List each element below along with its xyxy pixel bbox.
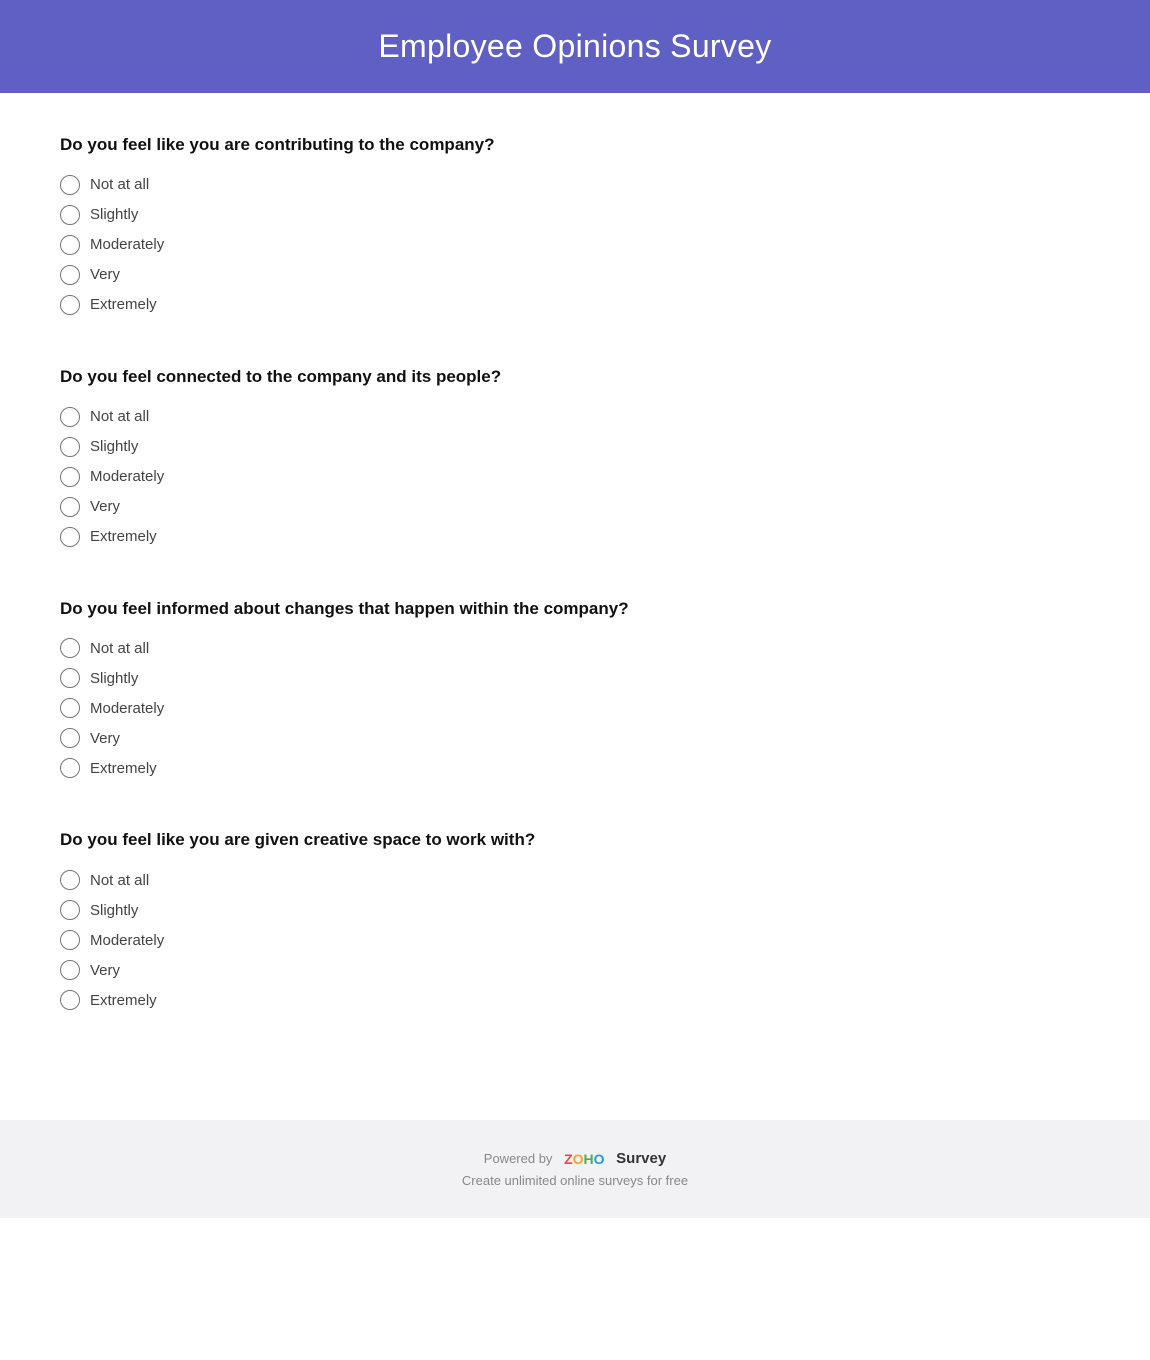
- radio-option-q1-not-at-all[interactable]: Not at all: [60, 175, 1090, 195]
- radio-input-q2-o4[interactable]: [60, 497, 80, 517]
- zoho-logo: ZOHO: [564, 1151, 604, 1167]
- radio-label-q4-o5: Extremely: [90, 992, 157, 1009]
- radio-option-q4-extremely[interactable]: Extremely: [60, 990, 1090, 1010]
- radio-input-q3-o5[interactable]: [60, 758, 80, 778]
- radio-input-q4-o2[interactable]: [60, 900, 80, 920]
- radio-option-q2-very[interactable]: Very: [60, 497, 1090, 517]
- radio-option-q3-moderately[interactable]: Moderately: [60, 698, 1090, 718]
- zoho-letter-z: Z: [564, 1151, 573, 1167]
- radio-label-q4-o2: Slightly: [90, 902, 138, 919]
- radio-label-q3-o2: Slightly: [90, 670, 138, 687]
- radio-option-q3-not-at-all[interactable]: Not at all: [60, 638, 1090, 658]
- radio-option-q2-moderately[interactable]: Moderately: [60, 467, 1090, 487]
- survey-footer: Powered by ZOHO Survey Create unlimited …: [0, 1120, 1150, 1218]
- survey-title: Employee Opinions Survey: [40, 28, 1110, 65]
- question-text-3: Do you feel informed about changes that …: [60, 597, 1090, 621]
- question-text-2: Do you feel connected to the company and…: [60, 365, 1090, 389]
- radio-input-q3-o4[interactable]: [60, 728, 80, 748]
- survey-header: Employee Opinions Survey: [0, 0, 1150, 93]
- radio-input-q1-o2[interactable]: [60, 205, 80, 225]
- radio-option-q1-extremely[interactable]: Extremely: [60, 295, 1090, 315]
- radio-label-q3-o3: Moderately: [90, 700, 164, 717]
- radio-option-q3-very[interactable]: Very: [60, 728, 1090, 748]
- zoho-survey-label: Survey: [616, 1150, 666, 1167]
- radio-label-q3-o5: Extremely: [90, 760, 157, 777]
- powered-by-text: Powered by: [484, 1151, 553, 1166]
- radio-label-q4-o3: Moderately: [90, 932, 164, 949]
- radio-option-q1-slightly[interactable]: Slightly: [60, 205, 1090, 225]
- radio-input-q2-o2[interactable]: [60, 437, 80, 457]
- zoho-letter-o1: O: [573, 1151, 584, 1167]
- radio-option-q3-extremely[interactable]: Extremely: [60, 758, 1090, 778]
- radio-input-q4-o5[interactable]: [60, 990, 80, 1010]
- radio-label-q2-o4: Very: [90, 498, 120, 515]
- radio-label-q2-o1: Not at all: [90, 408, 149, 425]
- radio-option-q2-extremely[interactable]: Extremely: [60, 527, 1090, 547]
- survey-body: Do you feel like you are contributing to…: [0, 93, 1150, 1100]
- radio-input-q2-o3[interactable]: [60, 467, 80, 487]
- radio-input-q1-o5[interactable]: [60, 295, 80, 315]
- radio-input-q2-o1[interactable]: [60, 407, 80, 427]
- radio-option-q2-slightly[interactable]: Slightly: [60, 437, 1090, 457]
- radio-option-q3-slightly[interactable]: Slightly: [60, 668, 1090, 688]
- radio-input-q4-o1[interactable]: [60, 870, 80, 890]
- radio-label-q2-o5: Extremely: [90, 528, 157, 545]
- radio-option-q2-not-at-all[interactable]: Not at all: [60, 407, 1090, 427]
- radio-label-q1-o5: Extremely: [90, 296, 157, 313]
- question-block-1: Do you feel like you are contributing to…: [60, 133, 1090, 315]
- radio-label-q2-o3: Moderately: [90, 468, 164, 485]
- radio-label-q1-o2: Slightly: [90, 206, 138, 223]
- radio-option-q4-moderately[interactable]: Moderately: [60, 930, 1090, 950]
- radio-label-q1-o3: Moderately: [90, 236, 164, 253]
- radio-label-q3-o1: Not at all: [90, 640, 149, 657]
- radio-input-q1-o1[interactable]: [60, 175, 80, 195]
- radio-input-q4-o3[interactable]: [60, 930, 80, 950]
- question-text-4: Do you feel like you are given creative …: [60, 828, 1090, 852]
- zoho-letter-o2: O: [594, 1151, 605, 1167]
- radio-label-q4-o4: Very: [90, 962, 120, 979]
- radio-input-q3-o3[interactable]: [60, 698, 80, 718]
- radio-input-q1-o3[interactable]: [60, 235, 80, 255]
- radio-option-q1-moderately[interactable]: Moderately: [60, 235, 1090, 255]
- radio-input-q4-o4[interactable]: [60, 960, 80, 980]
- radio-input-q3-o2[interactable]: [60, 668, 80, 688]
- radio-input-q1-o4[interactable]: [60, 265, 80, 285]
- radio-label-q1-o4: Very: [90, 266, 120, 283]
- radio-label-q2-o2: Slightly: [90, 438, 138, 455]
- question-block-4: Do you feel like you are given creative …: [60, 828, 1090, 1010]
- question-text-1: Do you feel like you are contributing to…: [60, 133, 1090, 157]
- radio-label-q3-o4: Very: [90, 730, 120, 747]
- radio-input-q3-o1[interactable]: [60, 638, 80, 658]
- radio-option-q4-very[interactable]: Very: [60, 960, 1090, 980]
- question-block-3: Do you feel informed about changes that …: [60, 597, 1090, 779]
- zoho-letter-h: H: [584, 1151, 594, 1167]
- radio-label-q1-o1: Not at all: [90, 176, 149, 193]
- powered-by-line: Powered by ZOHO Survey: [40, 1150, 1110, 1167]
- footer-tagline: Create unlimited online surveys for free: [40, 1173, 1110, 1188]
- radio-option-q1-very[interactable]: Very: [60, 265, 1090, 285]
- radio-label-q4-o1: Not at all: [90, 872, 149, 889]
- radio-option-q4-slightly[interactable]: Slightly: [60, 900, 1090, 920]
- question-block-2: Do you feel connected to the company and…: [60, 365, 1090, 547]
- radio-input-q2-o5[interactable]: [60, 527, 80, 547]
- radio-option-q4-not-at-all[interactable]: Not at all: [60, 870, 1090, 890]
